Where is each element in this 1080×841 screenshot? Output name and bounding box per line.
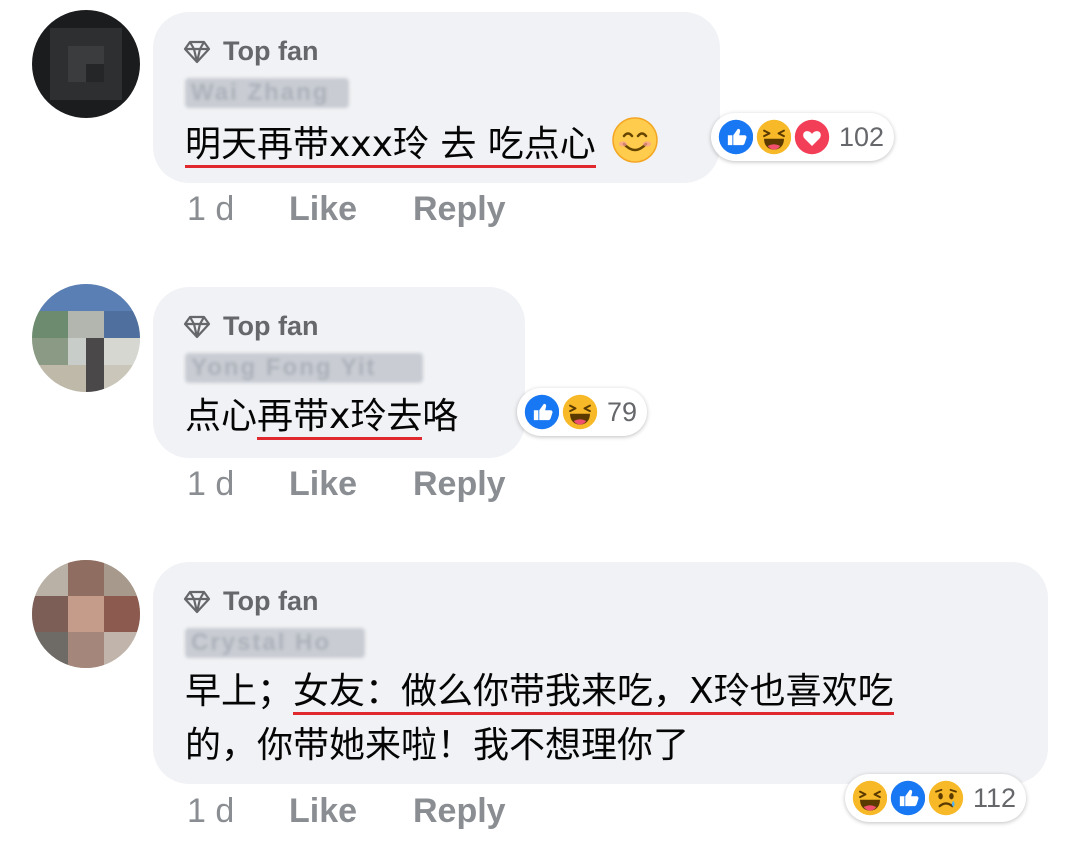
top-fan-badge: Top fan [183, 311, 318, 342]
reply-button[interactable]: Reply [413, 190, 506, 229]
haha-icon [753, 116, 795, 158]
comment-bubble: Top fan Yong Fong Yit 点心再带x玲去咯 [153, 287, 525, 458]
underlined-text: 明天再带xxx玲 去 吃点心 [185, 124, 596, 168]
avatar[interactable] [32, 284, 140, 392]
comment-text: 明天再带xxx玲 去 吃点心 [185, 116, 659, 179]
top-fan-badge: Top fan [183, 586, 318, 617]
diamond-icon [183, 590, 211, 613]
author-name[interactable]: Yong Fong Yit [185, 353, 423, 383]
haha-icon [849, 777, 891, 819]
like-button[interactable]: Like [289, 792, 413, 831]
badge-label: Top fan [223, 586, 319, 616]
author-name[interactable]: Crystal Ho [185, 628, 365, 658]
diamond-icon [183, 40, 211, 63]
reaction-count: 79 [607, 396, 638, 427]
reaction-summary[interactable]: 79 [517, 388, 648, 436]
badge-label: Top fan [223, 311, 319, 341]
badge-label: Top fan [223, 36, 319, 66]
comment-text-line-1: 早上；女友：做么你带我来吃，X玲也喜欢吃 [185, 666, 894, 718]
diamond-icon [183, 315, 211, 338]
underlined-text: 女友：做么你带我来吃，X玲也喜欢吃 [293, 671, 894, 715]
author-name[interactable]: Wai Zhang [185, 78, 349, 108]
top-fan-badge: Top fan [183, 36, 318, 67]
avatar[interactable] [32, 560, 140, 668]
haha-icon [559, 391, 601, 433]
like-button[interactable]: Like [289, 465, 413, 504]
timestamp[interactable]: 1 d [187, 792, 289, 831]
like-icon [715, 116, 757, 158]
reply-button[interactable]: Reply [413, 465, 506, 504]
love-icon [791, 116, 833, 158]
timestamp[interactable]: 1 d [187, 190, 289, 229]
underlined-text: 再带x玲去 [257, 396, 423, 440]
like-icon [887, 777, 929, 819]
reply-button[interactable]: Reply [413, 792, 506, 831]
reaction-summary[interactable]: 112 [845, 774, 1027, 822]
comment-actions: 1 d Like Reply [187, 792, 506, 831]
comment-text: 点心再带x玲去咯 [185, 391, 458, 443]
reaction-summary[interactable]: 102 [711, 113, 895, 161]
reaction-count: 102 [839, 121, 885, 152]
reaction-count: 112 [973, 782, 1017, 813]
sad-icon [925, 777, 967, 819]
smiling-face-emoji [611, 116, 659, 179]
like-button[interactable]: Like [289, 190, 413, 229]
comment-bubble: Top fan Wai Zhang 明天再带xxx玲 去 吃点心 [153, 12, 720, 183]
avatar[interactable] [32, 10, 140, 118]
timestamp[interactable]: 1 d [187, 465, 289, 504]
comment-bubble: Top fan Crystal Ho 早上；女友：做么你带我来吃，X玲也喜欢吃 … [153, 562, 1048, 784]
comment-actions: 1 d Like Reply [187, 465, 506, 504]
comment-actions: 1 d Like Reply [187, 190, 506, 229]
comment-text-line-2: 的，你带她来啦！我不想理你了 [185, 725, 690, 766]
like-icon [521, 391, 563, 433]
